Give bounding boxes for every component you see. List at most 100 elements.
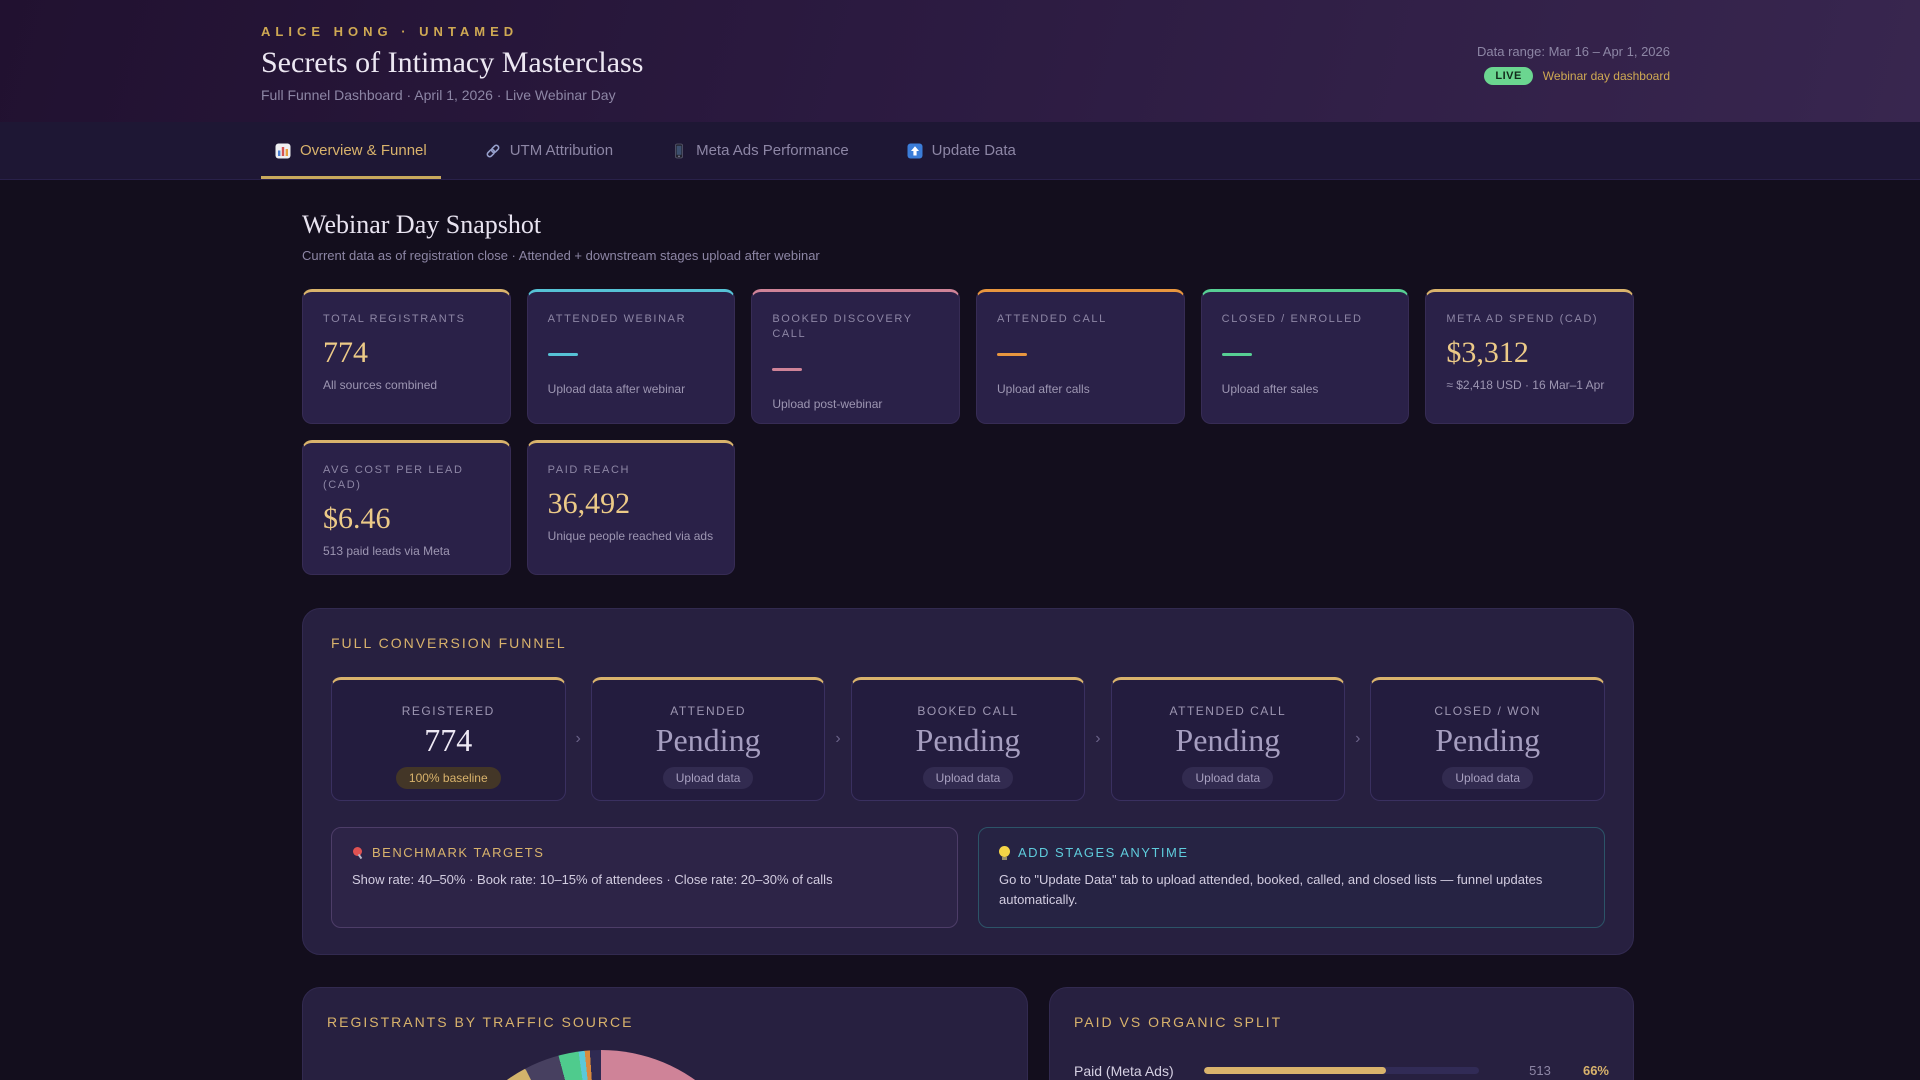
tab-bar: Overview & Funnel UTM Attribution Meta A… (0, 122, 1920, 180)
pending-dash (547, 352, 578, 356)
stage-badge: Upload data (1442, 767, 1534, 789)
benchmark-text: Show rate: 40–50% · Book rate: 10–15% of… (352, 872, 833, 887)
benchmark-title: BENCHMARK TARGETS (372, 845, 545, 860)
stage-value: Pending (915, 722, 1021, 758)
tab-label: UTM Attribution (509, 142, 614, 159)
paid-vs-organic-panel: PAID VS ORGANIC SPLIT Paid (Meta Ads) 51… (1049, 987, 1634, 1080)
live-status: LIVE Webinar day dashboard (1484, 67, 1670, 85)
stat-value: $6.46 (323, 501, 391, 535)
stat-note: All sources combined (323, 377, 438, 392)
funnel-stage-closed-won: CLOSED / WON Pending Upload data (1370, 677, 1605, 801)
live-badge: LIVE (1484, 67, 1533, 85)
stage-value: 774 (424, 722, 473, 758)
chevron-right-icon: › (835, 730, 841, 747)
stage-label: ATTENDED CALL (1169, 704, 1287, 718)
add-stages-box: ADD STAGES ANYTIME Go to "Update Data" t… (978, 827, 1605, 929)
bottom-panels: REGISTRANTS BY TRAFFIC SOURCE Instagram … (302, 987, 1634, 1080)
stat-label: ATTENDED CALL (997, 313, 1107, 325)
page-subtitle: Full Funnel Dashboard · April 1, 2026 · … (261, 87, 616, 103)
funnel-stage-registered: REGISTERED 774 100% baseline (331, 677, 566, 801)
stage-badge: 100% baseline (395, 767, 501, 789)
tab-meta-ads[interactable]: Meta Ads Performance (657, 122, 863, 179)
bar-fill (1203, 1067, 1386, 1075)
bar-chart-icon (275, 143, 291, 159)
stage-badge: Upload data (1182, 767, 1274, 789)
stat-note: Upload post-webinar (772, 396, 883, 411)
tab-update-data[interactable]: Update Data (893, 122, 1030, 179)
main-content: Webinar Day Snapshot Current data as of … (302, 210, 1634, 1080)
phone-icon (671, 143, 687, 159)
tab-overview-funnel[interactable]: Overview & Funnel (261, 122, 441, 179)
funnel-info-boxes: BENCHMARK TARGETS Show rate: 40–50% · Bo… (331, 827, 1605, 929)
stat-card-paid-reach: PAID REACH 36,492 Unique people reached … (526, 440, 736, 575)
pushpin-icon (352, 846, 364, 859)
live-label: Webinar day dashboard (1542, 69, 1670, 83)
link-icon (485, 143, 501, 159)
funnel-stage-booked-call: BOOKED CALL Pending Upload data (850, 677, 1086, 801)
traffic-source-panel: REGISTRANTS BY TRAFFIC SOURCE Instagram (302, 987, 1028, 1080)
chevron-right-icon: › (1095, 730, 1101, 747)
tab-label: Overview & Funnel (300, 142, 427, 159)
stat-value: 774 (323, 335, 368, 369)
stat-label: CLOSED / ENROLLED (1221, 313, 1363, 325)
stat-value: $3,312 (1446, 335, 1529, 369)
bulb-icon (999, 845, 1010, 860)
section-title-snapshot: Webinar Day Snapshot (302, 210, 542, 239)
stage-label: REGISTERED (401, 704, 495, 718)
funnel-stage-attended-call: ATTENDED CALL Pending Upload data (1110, 677, 1346, 801)
header-left: ALICE HONG · UNTAMED Secrets of Intimacy… (261, 24, 643, 122)
split-row-label: Paid (Meta Ads) (1074, 1062, 1174, 1079)
traffic-donut (438, 1050, 764, 1080)
split-row-pct: 66% (1582, 1063, 1609, 1079)
chevron-right-icon: › (575, 730, 581, 747)
stat-note: Upload data after webinar (547, 381, 686, 396)
upload-icon (907, 143, 923, 159)
conversion-funnel-panel: FULL CONVERSION FUNNEL REGISTERED 774 10… (302, 608, 1634, 956)
pending-dash (1221, 352, 1252, 356)
tab-label: Update Data (931, 142, 1016, 159)
page-title: Secrets of Intimacy Masterclass (261, 46, 644, 79)
bar-track (1203, 1067, 1480, 1075)
stat-card-attended-call: ATTENDED CALL Upload after calls (976, 289, 1185, 424)
tab-utm-attribution[interactable]: UTM Attribution (471, 122, 627, 179)
section-subtitle-snapshot: Current data as of registration close · … (302, 248, 820, 263)
stage-label: CLOSED / WON (1434, 704, 1542, 718)
stat-label: META AD SPEND (CAD) (1446, 313, 1599, 325)
benchmark-targets-box: BENCHMARK TARGETS Show rate: 40–50% · Bo… (331, 827, 958, 929)
stat-cards-row-1: TOTAL REGISTRANTS 774 All sources combin… (302, 289, 1634, 575)
benchmark-title-row: BENCHMARK TARGETS (352, 845, 937, 860)
stat-card-booked-discovery-call: BOOKED DISCOVERY CALL Upload post-webina… (751, 289, 960, 424)
page-header: ALICE HONG · UNTAMED Secrets of Intimacy… (0, 0, 1920, 122)
split-row-paid: Paid (Meta Ads) 513 66% (1074, 1060, 1609, 1080)
stat-note: 513 paid leads via Meta (323, 543, 450, 558)
stat-label: TOTAL REGISTRANTS (323, 313, 466, 325)
stat-note: ≈ $2,418 USD · 16 Mar–1 Apr (1446, 377, 1605, 392)
stat-note: Unique people reached via ads (547, 528, 714, 543)
stat-card-closed-enrolled: CLOSED / ENROLLED Upload after sales (1200, 289, 1410, 424)
stat-label: PAID REACH (547, 464, 631, 476)
stat-label: AVG COST PER LEAD (CAD) (323, 464, 464, 491)
stat-value: 36,492 (547, 486, 631, 520)
funnel-stages: REGISTERED 774 100% baseline › ATTENDED … (331, 677, 1605, 801)
funnel-title: FULL CONVERSION FUNNEL (331, 635, 567, 651)
stage-badge: Upload data (662, 767, 754, 789)
split-row-value: 513 (1529, 1063, 1551, 1079)
stat-card-attended-webinar: ATTENDED WEBINAR Upload data after webin… (526, 289, 736, 424)
stage-label: BOOKED CALL (917, 704, 1019, 718)
stat-note: Upload after sales (1221, 381, 1319, 396)
stat-label: BOOKED DISCOVERY CALL (772, 313, 913, 340)
split-rows: Paid (Meta Ads) 513 66% Instagram Organi… (1074, 1060, 1609, 1080)
pending-dash (997, 352, 1027, 356)
stage-value: Pending (655, 722, 761, 758)
split-panel-title: PAID VS ORGANIC SPLIT (1074, 1014, 1283, 1031)
header-right: Data range: Mar 16 – Apr 1, 2026 LIVE We… (1477, 24, 1670, 122)
stage-value: Pending (1435, 722, 1541, 758)
add-stages-text: Go to "Update Data" tab to upload attend… (999, 872, 1543, 908)
tab-label: Meta Ads Performance (696, 142, 849, 159)
stage-value: Pending (1175, 722, 1281, 758)
stat-label: ATTENDED WEBINAR (547, 313, 687, 325)
funnel-stage-attended: ATTENDED Pending Upload data (590, 677, 826, 801)
add-stages-title: ADD STAGES ANYTIME (1018, 845, 1189, 860)
data-range: Data range: Mar 16 – Apr 1, 2026 (1477, 44, 1670, 59)
pending-dash (772, 367, 803, 371)
